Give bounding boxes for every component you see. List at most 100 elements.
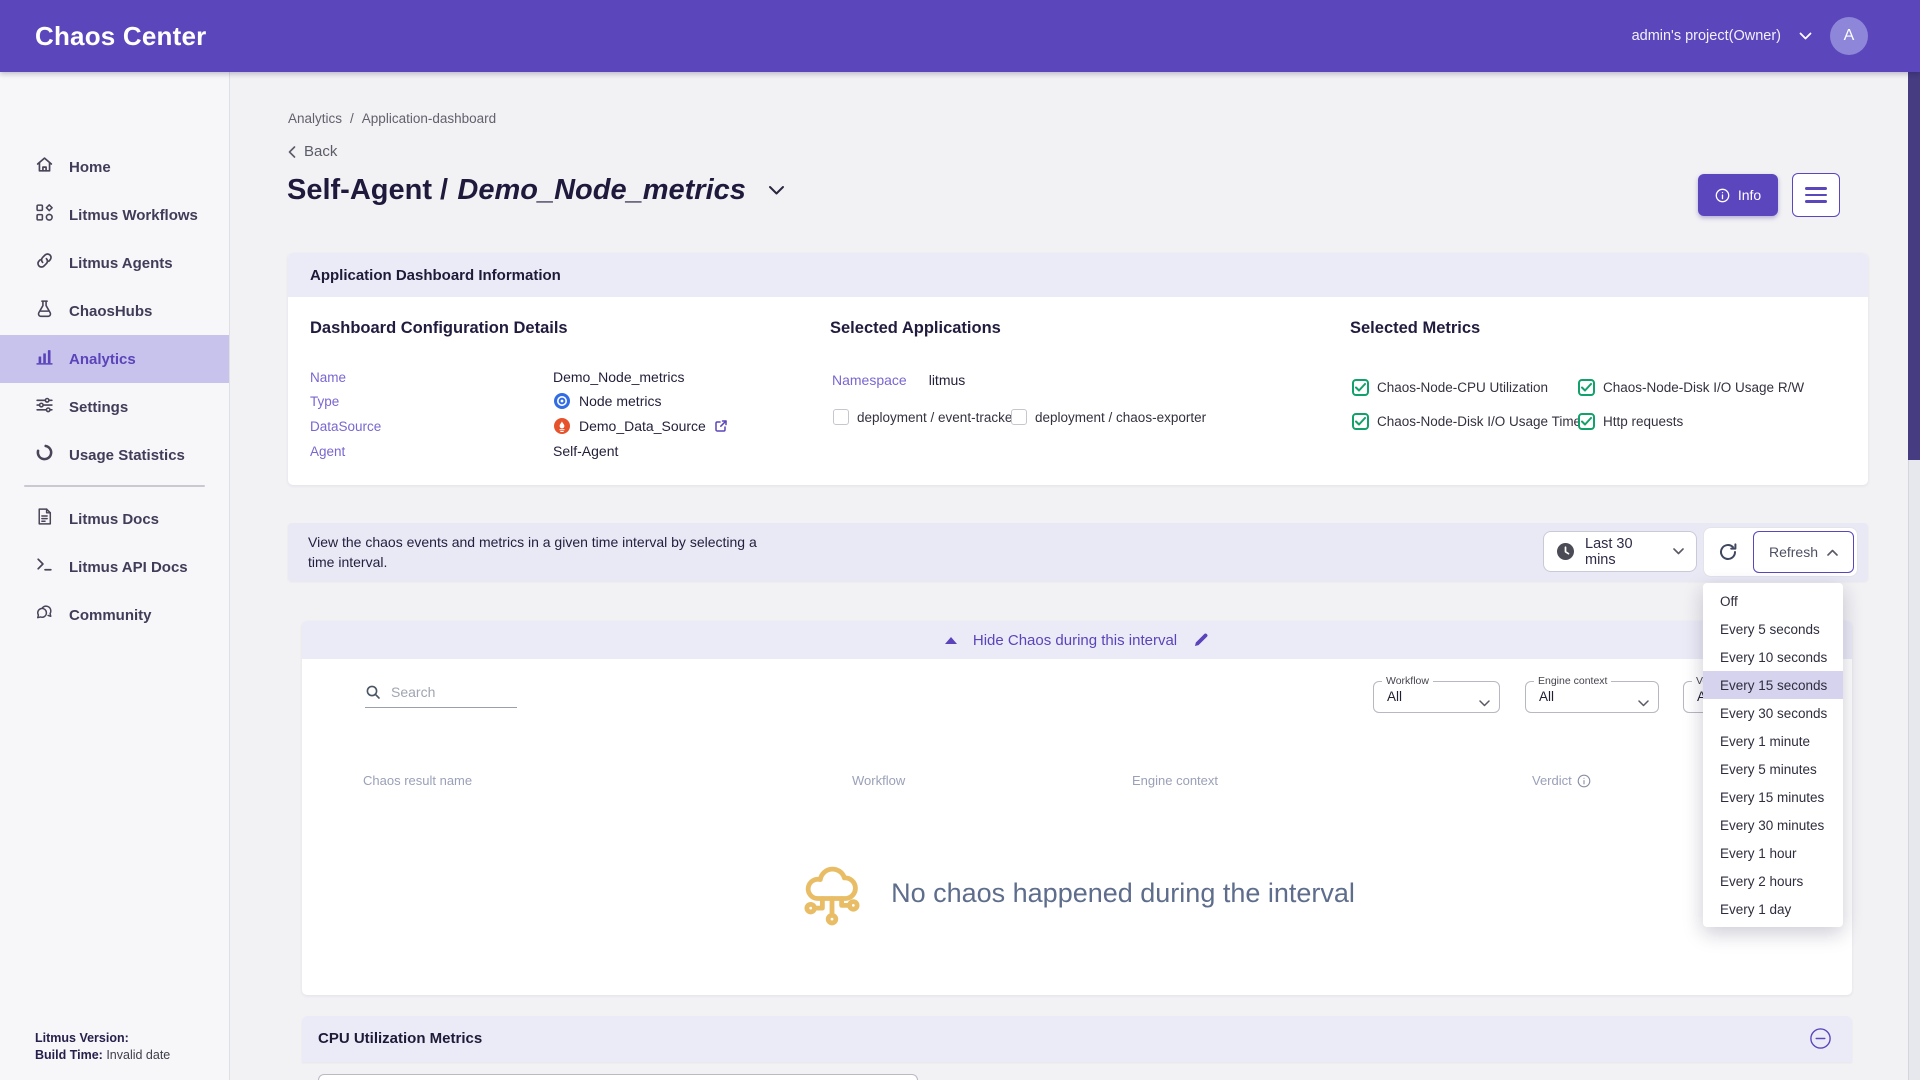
application-dashboard-information-card: Application Dashboard Information Dashbo… [288, 253, 1868, 485]
sidebar-item-chaoshubs[interactable]: ChaosHubs [0, 287, 229, 335]
refresh-now-button[interactable] [1704, 528, 1752, 576]
refresh-controls: Refresh [1703, 527, 1858, 577]
info-button[interactable]: Info [1698, 174, 1778, 216]
info-card-title: Application Dashboard Information [310, 267, 561, 284]
refresh-menu-option[interactable]: Every 30 minutes [1703, 811, 1843, 839]
page-title: Self-Agent /Demo_Node_metrics [287, 174, 746, 207]
refresh-menu-option[interactable]: Every 10 seconds [1703, 643, 1843, 671]
sliders-icon [35, 395, 54, 419]
chaos-center-screen: Chaos Center admin's project(Owner) A Ho… [0, 0, 1920, 1080]
metric-checkbox[interactable]: Chaos-Node-Disk I/O Usage Times [1352, 413, 1588, 430]
engine-context-filter-select[interactable]: Engine context All [1525, 681, 1659, 713]
triangle-up-icon [945, 637, 957, 644]
chevron-down-icon[interactable] [1799, 32, 1812, 40]
namespace-row: Namespace litmus [832, 372, 965, 388]
checkbox-label: Chaos-Node-Disk I/O Usage Times [1377, 414, 1588, 429]
workflow-filter-select[interactable]: Workflow All [1373, 681, 1500, 713]
sidebar-item-settings[interactable]: Settings [0, 383, 229, 431]
refresh-interval-button[interactable]: Refresh [1753, 531, 1854, 573]
edit-pencil-icon[interactable] [1193, 632, 1209, 648]
build-time-label: Build Time: [35, 1048, 103, 1062]
config-value: Demo_Data_Source [579, 418, 706, 434]
checkbox-label: Http requests [1603, 414, 1683, 429]
circle-icon [35, 443, 54, 467]
empty-state-text: No chaos happened during the interval [891, 878, 1355, 909]
refresh-menu-option[interactable]: Every 1 day [1703, 895, 1843, 923]
sidebar-nav: Home Litmus Workflows Litmus Agents Chao… [0, 143, 229, 639]
sidebar-item-label: Usage Statistics [69, 447, 185, 464]
refresh-menu-option[interactable]: Every 1 minute [1703, 727, 1843, 755]
app-title: Chaos Center [35, 21, 206, 52]
header-right-cluster: admin's project(Owner) A [1632, 0, 1868, 72]
page-scrollbar-thumb[interactable] [1908, 72, 1920, 460]
checkbox-unchecked-icon[interactable] [833, 409, 849, 425]
search-input[interactable] [391, 684, 501, 700]
sidebar-item-litmus-agents[interactable]: Litmus Agents [0, 239, 229, 287]
column-header-verdict: Verdict [1532, 773, 1591, 788]
time-range-select[interactable]: Last 30 mins [1543, 531, 1697, 572]
sidebar-item-label: Analytics [69, 351, 136, 368]
info-button-label: Info [1738, 187, 1761, 203]
sidebar-item-litmus-api-docs[interactable]: Litmus API Docs [0, 543, 229, 591]
collapse-minus-icon[interactable] [1809, 1027, 1832, 1050]
chat-icon [35, 603, 54, 627]
refresh-menu-option[interactable]: Every 15 minutes [1703, 783, 1843, 811]
refresh-icon [1717, 541, 1739, 563]
project-selector[interactable]: admin's project(Owner) [1632, 28, 1781, 44]
sidebar-item-litmus-docs[interactable]: Litmus Docs [0, 495, 229, 543]
sidebar-item-label: Litmus Workflows [69, 207, 198, 224]
refresh-menu-option[interactable]: Every 30 seconds [1703, 699, 1843, 727]
application-checkbox-event-tracker[interactable]: deployment / event-tracker [833, 409, 1017, 425]
search-icon [365, 684, 381, 700]
applications-section-title: Selected Applications [830, 319, 1001, 338]
build-time-value: Invalid date [106, 1048, 170, 1062]
refresh-menu-option[interactable]: Every 2 hours [1703, 867, 1843, 895]
refresh-menu-option[interactable]: Every 5 seconds [1703, 615, 1843, 643]
checkbox-checked-icon[interactable] [1352, 379, 1369, 396]
chevron-down-icon[interactable] [768, 185, 785, 196]
sidebar-item-analytics[interactable]: Analytics [0, 335, 229, 383]
refresh-menu-option[interactable]: Every 1 hour [1703, 839, 1843, 867]
cpu-section-title: CPU Utilization Metrics [318, 1030, 482, 1047]
sidebar-item-litmus-workflows[interactable]: Litmus Workflows [0, 191, 229, 239]
external-link-icon[interactable] [714, 419, 728, 433]
back-button[interactable]: Back [288, 143, 337, 160]
config-row-datasource: DataSource Demo_Data_Source [310, 416, 728, 436]
dashboard-menu-button[interactable] [1792, 173, 1840, 217]
hide-chaos-toggle[interactable]: Hide Chaos during this interval [302, 621, 1852, 659]
sidebar-item-home[interactable]: Home [0, 143, 229, 191]
avatar[interactable]: A [1830, 17, 1868, 55]
chevron-left-icon [288, 146, 296, 158]
sidebar-divider [24, 485, 205, 487]
link-icon [35, 251, 54, 275]
sidebar-item-community[interactable]: Community [0, 591, 229, 639]
refresh-menu-option[interactable]: Every 5 minutes [1703, 755, 1843, 783]
time-range-value: Last 30 mins [1585, 536, 1663, 568]
metric-checkbox[interactable]: Chaos-Node-CPU Utilization [1352, 379, 1548, 396]
sidebar-item-usage-statistics[interactable]: Usage Statistics [0, 431, 229, 479]
metric-checkbox[interactable]: Chaos-Node-Disk I/O Usage R/W [1578, 379, 1804, 396]
checkbox-checked-icon[interactable] [1578, 379, 1595, 396]
chevron-down-icon [1673, 548, 1684, 555]
cpu-utilization-section-header: CPU Utilization Metrics [302, 1016, 1852, 1062]
chevron-up-icon [1827, 549, 1838, 556]
info-icon[interactable] [1577, 774, 1591, 788]
refresh-menu-option-selected[interactable]: Every 15 seconds [1703, 671, 1843, 699]
breadcrumb: Analytics / Application-dashboard [288, 111, 496, 126]
refresh-menu-option[interactable]: Off [1703, 587, 1843, 615]
metric-checkbox[interactable]: Http requests [1578, 413, 1683, 430]
workflow-filter-value: All [1387, 682, 1402, 712]
engine-context-filter-value: All [1539, 682, 1554, 712]
dashboard-title-row: Self-Agent /Demo_Node_metrics [287, 174, 785, 207]
checkbox-checked-icon[interactable] [1352, 413, 1369, 430]
breadcrumb-separator: / [350, 111, 354, 126]
breadcrumb-application-dashboard[interactable]: Application-dashboard [362, 111, 496, 126]
breadcrumb-analytics[interactable]: Analytics [288, 111, 342, 126]
checkbox-unchecked-icon[interactable] [1011, 409, 1027, 425]
config-row-type: Type Node metrics [310, 391, 661, 411]
application-checkbox-chaos-exporter[interactable]: deployment / chaos-exporter [1011, 409, 1206, 425]
checkbox-checked-icon[interactable] [1578, 413, 1595, 430]
metrics-section-title: Selected Metrics [1350, 319, 1480, 338]
back-label: Back [304, 143, 337, 160]
chaos-interval-card: Hide Chaos during this interval Workflow… [302, 621, 1852, 995]
